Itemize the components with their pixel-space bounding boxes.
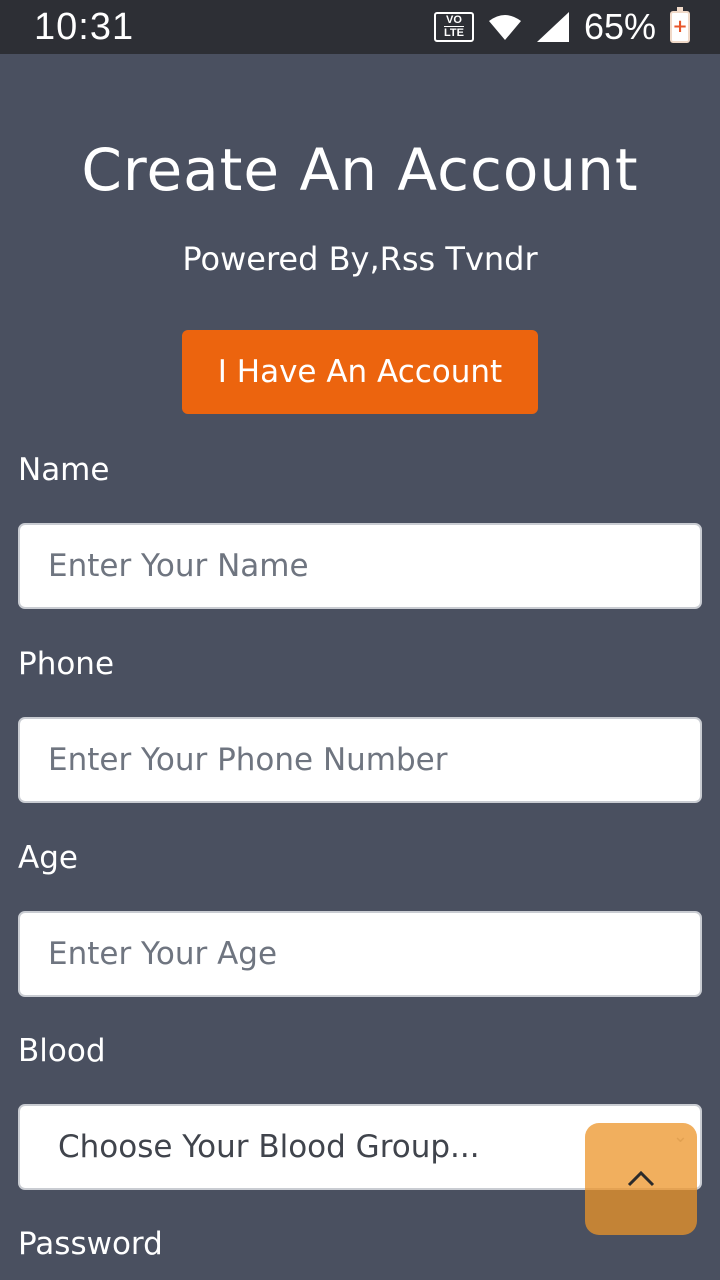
age-label: Age bbox=[18, 840, 78, 876]
battery-charging-icon: + bbox=[670, 7, 690, 43]
age-input[interactable] bbox=[18, 911, 702, 997]
blood-label: Blood bbox=[18, 1033, 106, 1069]
page-subtitle: Powered By,Rss Tvndr bbox=[182, 240, 538, 278]
signal-icon bbox=[536, 12, 569, 42]
have-account-button[interactable]: I Have An Account bbox=[182, 330, 538, 414]
chevron-up-icon bbox=[627, 1170, 655, 1187]
status-bar: 10:31 VO LTE 65% + bbox=[0, 0, 720, 54]
blood-group-selected: Choose Your Blood Group... bbox=[58, 1129, 480, 1165]
status-time: 10:31 bbox=[34, 5, 135, 48]
register-page: 10:31 VO LTE 65% + Create An Account Pow… bbox=[0, 0, 720, 1280]
wifi-icon bbox=[488, 15, 521, 40]
name-input[interactable] bbox=[18, 523, 702, 609]
battery-percent: 65% bbox=[583, 6, 656, 47]
page-title: Create An Account bbox=[81, 136, 639, 204]
password-label: Password bbox=[18, 1226, 163, 1262]
phone-label: Phone bbox=[18, 646, 115, 682]
volte-icon: VO LTE bbox=[433, 12, 474, 42]
scroll-to-top-button[interactable] bbox=[585, 1123, 697, 1235]
volte-bottom-text: LTE bbox=[443, 26, 464, 39]
status-icons: VO LTE 65% + bbox=[433, 6, 690, 48]
name-label: Name bbox=[18, 452, 110, 488]
volte-top-text: VO bbox=[445, 14, 462, 26]
phone-input[interactable] bbox=[18, 717, 702, 803]
